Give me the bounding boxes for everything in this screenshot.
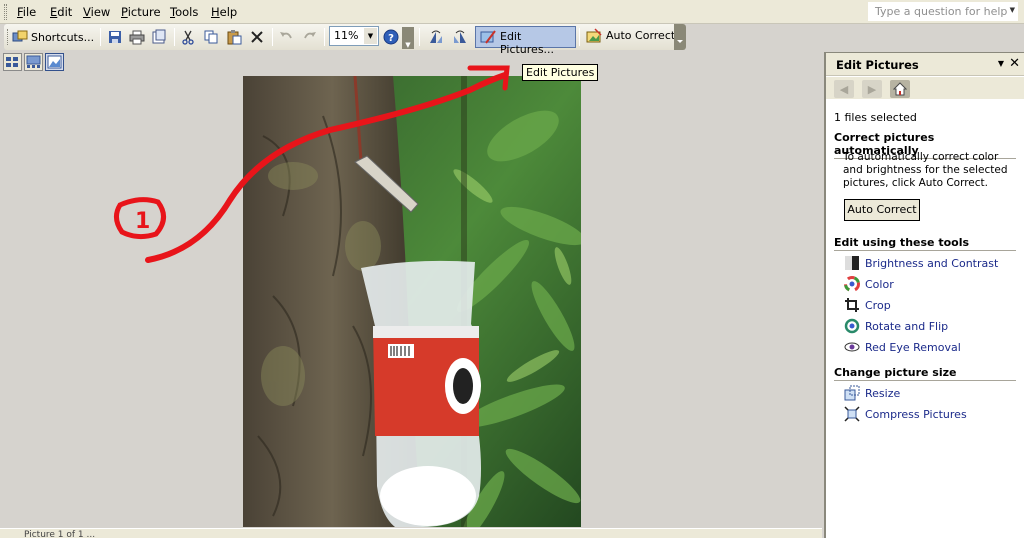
crop-link[interactable]: Crop bbox=[844, 297, 891, 313]
compress-pictures-label: Compress Pictures bbox=[865, 407, 967, 421]
pane-navigation: ◀ ▶ bbox=[826, 77, 1024, 99]
home-icon bbox=[893, 82, 907, 96]
home-button[interactable] bbox=[890, 80, 910, 98]
brightness-contrast-label: Brightness and Contrast bbox=[865, 256, 999, 270]
rotate-flip-link[interactable]: Rotate and Flip bbox=[844, 318, 948, 334]
annotation-number: 1 bbox=[135, 209, 150, 234]
eye-icon bbox=[844, 342, 860, 352]
crop-icon bbox=[845, 298, 859, 312]
forward-arrow-icon: ▶ bbox=[867, 82, 877, 96]
edit-tools-section-title: Edit using these tools bbox=[834, 236, 1016, 251]
resize-link[interactable]: Resize bbox=[844, 385, 900, 401]
forward-button[interactable]: ▶ bbox=[862, 80, 882, 98]
annotation-arrow bbox=[145, 72, 508, 263]
compress-icon bbox=[844, 406, 860, 422]
brightness-contrast-link[interactable]: Brightness and Contrast bbox=[844, 255, 998, 271]
close-icon[interactable]: ✕ bbox=[1009, 56, 1020, 71]
color-link[interactable]: Color bbox=[844, 276, 894, 292]
picture-size-section-title: Change picture size bbox=[834, 366, 1016, 381]
pane-auto-correct-button[interactable]: Auto Correct bbox=[844, 199, 920, 221]
back-button[interactable]: ◀ bbox=[834, 80, 854, 98]
red-eye-removal-link[interactable]: Red Eye Removal bbox=[844, 339, 961, 355]
resize-icon bbox=[844, 385, 860, 401]
compress-pictures-link[interactable]: Compress Pictures bbox=[844, 406, 967, 422]
edit-pictures-pane: Edit Pictures ▼ ✕ ◀ ▶ 1 files selected C… bbox=[824, 52, 1024, 538]
auto-correct-description: To automatically correct color and brigh… bbox=[843, 151, 1008, 189]
resize-label: Resize bbox=[865, 386, 901, 400]
color-icon bbox=[844, 276, 860, 292]
crop-label: Crop bbox=[865, 298, 891, 312]
pane-title: Edit Pictures bbox=[836, 58, 919, 72]
status-bar: Picture 1 of 1 ... bbox=[0, 528, 822, 538]
brightness-icon bbox=[845, 256, 859, 270]
rotate-flip-label: Rotate and Flip bbox=[865, 319, 949, 333]
files-selected-text: 1 files selected bbox=[834, 111, 917, 124]
back-arrow-icon: ◀ bbox=[839, 82, 849, 96]
red-eye-removal-label: Red Eye Removal bbox=[865, 340, 961, 354]
pane-menu-icon[interactable]: ▼ bbox=[998, 59, 1004, 68]
edit-pictures-tooltip: Edit Pictures bbox=[522, 64, 599, 81]
color-label: Color bbox=[865, 277, 894, 291]
rotate-icon bbox=[844, 318, 860, 334]
pane-header: Edit Pictures ▼ ✕ bbox=[826, 53, 1024, 76]
status-text: Picture 1 of 1 ... bbox=[24, 530, 96, 538]
